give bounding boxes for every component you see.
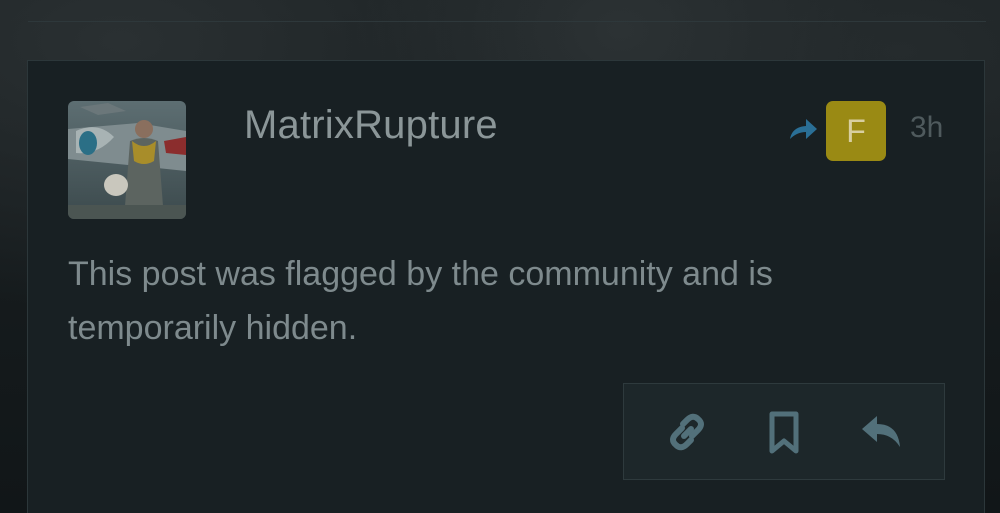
username[interactable]: MatrixRupture xyxy=(244,103,498,148)
divider xyxy=(28,21,986,22)
post-screen: MatrixRupture F 3h This post was flagged… xyxy=(0,0,1000,513)
post-timestamp[interactable]: 3h xyxy=(910,111,943,145)
reply-arrow-icon xyxy=(786,113,820,147)
link-icon xyxy=(669,413,704,450)
post-card: MatrixRupture F 3h This post was flagged… xyxy=(27,60,985,513)
user-avatar[interactable] xyxy=(68,101,186,219)
reply-icon xyxy=(862,415,901,447)
post-body: This post was flagged by the community a… xyxy=(68,255,773,347)
pilot-avatar-image xyxy=(68,101,186,219)
copy-link-button[interactable] xyxy=(657,402,717,462)
user-flair-badge: F xyxy=(826,101,886,161)
bookmark-icon xyxy=(769,411,799,453)
post-actions xyxy=(623,383,945,480)
bookmark-button[interactable] xyxy=(754,402,814,462)
reply-button[interactable] xyxy=(851,402,911,462)
